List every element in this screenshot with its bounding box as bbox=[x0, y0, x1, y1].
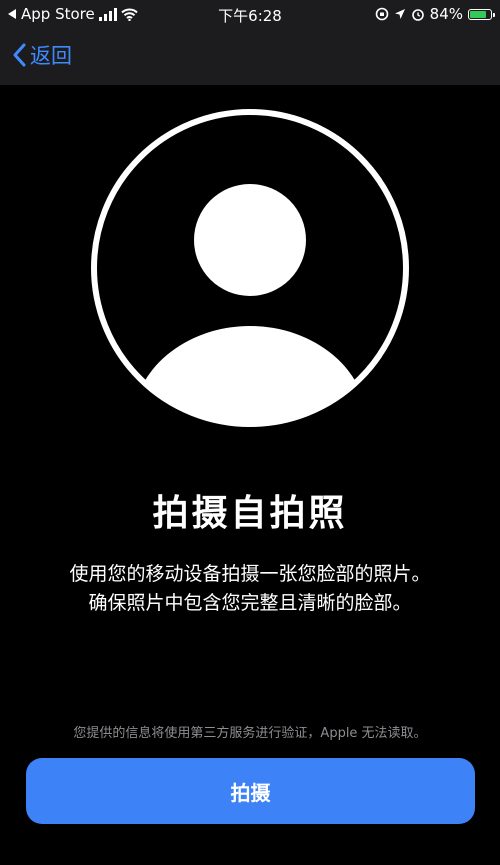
description-line-1: 使用您的移动设备拍摄一张您脸部的照片。 bbox=[69, 563, 431, 585]
description: 使用您的移动设备拍摄一张您脸部的照片。 确保照片中包含您完整且清晰的脸部。 bbox=[0, 560, 500, 618]
description-line-2: 确保照片中包含您完整且清晰的脸部。 bbox=[88, 592, 412, 614]
battery-icon bbox=[468, 8, 495, 20]
disclaimer: 您提供的信息将使用第三方服务进行验证，Apple 无法读取。 bbox=[73, 726, 427, 741]
back-button[interactable]: 返回 bbox=[12, 40, 72, 70]
rotation-lock-icon bbox=[375, 7, 388, 21]
screen: App Store 下午6:28 84% 返回 拍摄自拍照 使用您的移动设备拍摄… bbox=[0, 0, 500, 865]
status-right: 84% bbox=[375, 5, 495, 23]
alarm-icon bbox=[411, 9, 424, 21]
back-label: 返回 bbox=[30, 44, 72, 68]
avatar-placeholder-icon bbox=[91, 109, 409, 427]
nav-bar: 返回 bbox=[0, 30, 500, 85]
chevron-left-icon bbox=[13, 43, 26, 67]
page-title: 拍摄自拍照 bbox=[152, 493, 348, 534]
capture-button[interactable]: 拍摄 bbox=[26, 758, 475, 824]
battery-percent: 84% bbox=[429, 5, 463, 23]
capture-button-label: 拍摄 bbox=[230, 780, 271, 805]
status-bar: App Store 下午6:28 84% bbox=[0, 0, 500, 30]
battery-tip bbox=[493, 12, 495, 17]
location-icon bbox=[394, 9, 405, 19]
battery-fill bbox=[470, 10, 486, 18]
